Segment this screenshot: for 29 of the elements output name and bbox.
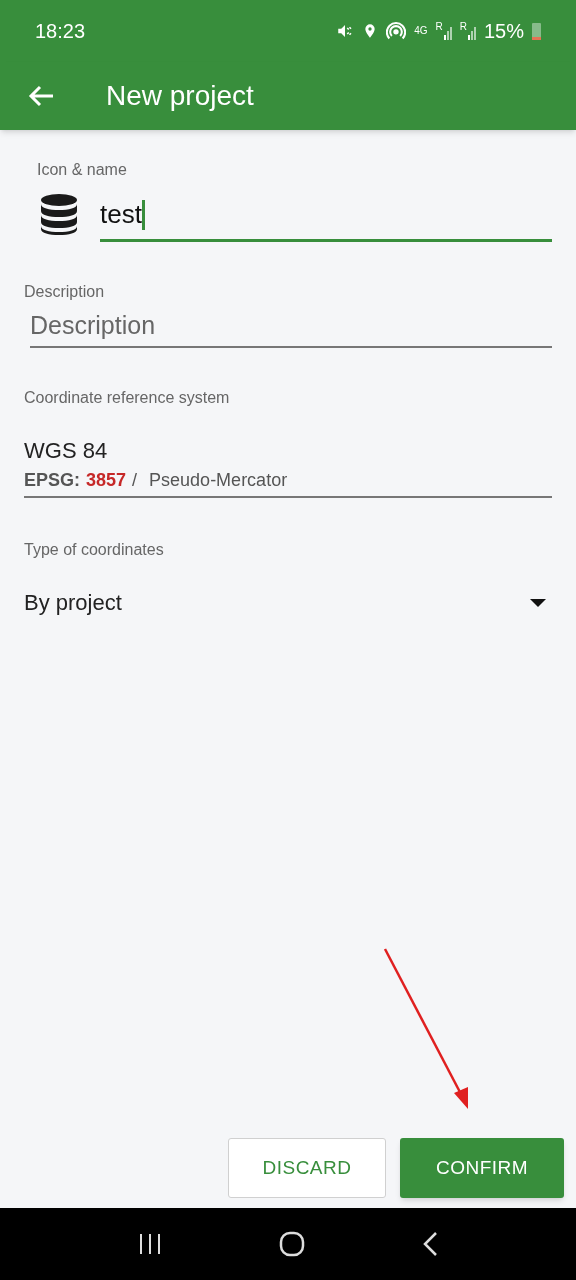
database-icon[interactable] <box>40 194 78 236</box>
coordinate-type-dropdown[interactable]: By project <box>24 586 552 619</box>
recent-apps-icon[interactable] <box>138 1233 163 1255</box>
back-icon[interactable] <box>421 1231 438 1257</box>
network-label: 4G <box>414 26 428 36</box>
roaming-label: R <box>435 22 443 32</box>
epsg-label: EPSG: <box>24 469 80 492</box>
roaming-label: R <box>459 22 467 32</box>
field-label: Icon & name <box>37 160 128 180</box>
dropdown-caret-icon <box>530 598 546 607</box>
screen-title: New project <box>106 79 254 113</box>
separator: / <box>132 469 138 492</box>
home-icon[interactable] <box>279 1231 305 1257</box>
epsg-code: 3857 <box>86 469 127 492</box>
field-label: Description <box>24 282 106 302</box>
field-label: Coordinate reference system <box>24 388 231 408</box>
battery-icon <box>532 22 541 40</box>
field-label: Type of coordinates <box>24 540 165 560</box>
crs-name[interactable]: WGS 84 <box>24 434 552 467</box>
hotspot-icon <box>386 21 407 41</box>
battery-percent: 15% <box>483 19 524 44</box>
confirm-button[interactable]: CONFIRM <box>400 1138 564 1198</box>
description-field[interactable]: Description <box>30 304 552 348</box>
discard-button[interactable]: DISCARD <box>228 1138 386 1198</box>
back-arrow-icon[interactable] <box>28 85 54 107</box>
projection-name: Pseudo-Mercator <box>149 469 288 492</box>
status-time: 18:23 <box>35 19 86 44</box>
name-field[interactable]: test <box>100 190 552 242</box>
crs-field[interactable]: EPSG: 3857 / Pseudo-Mercator <box>24 467 552 498</box>
